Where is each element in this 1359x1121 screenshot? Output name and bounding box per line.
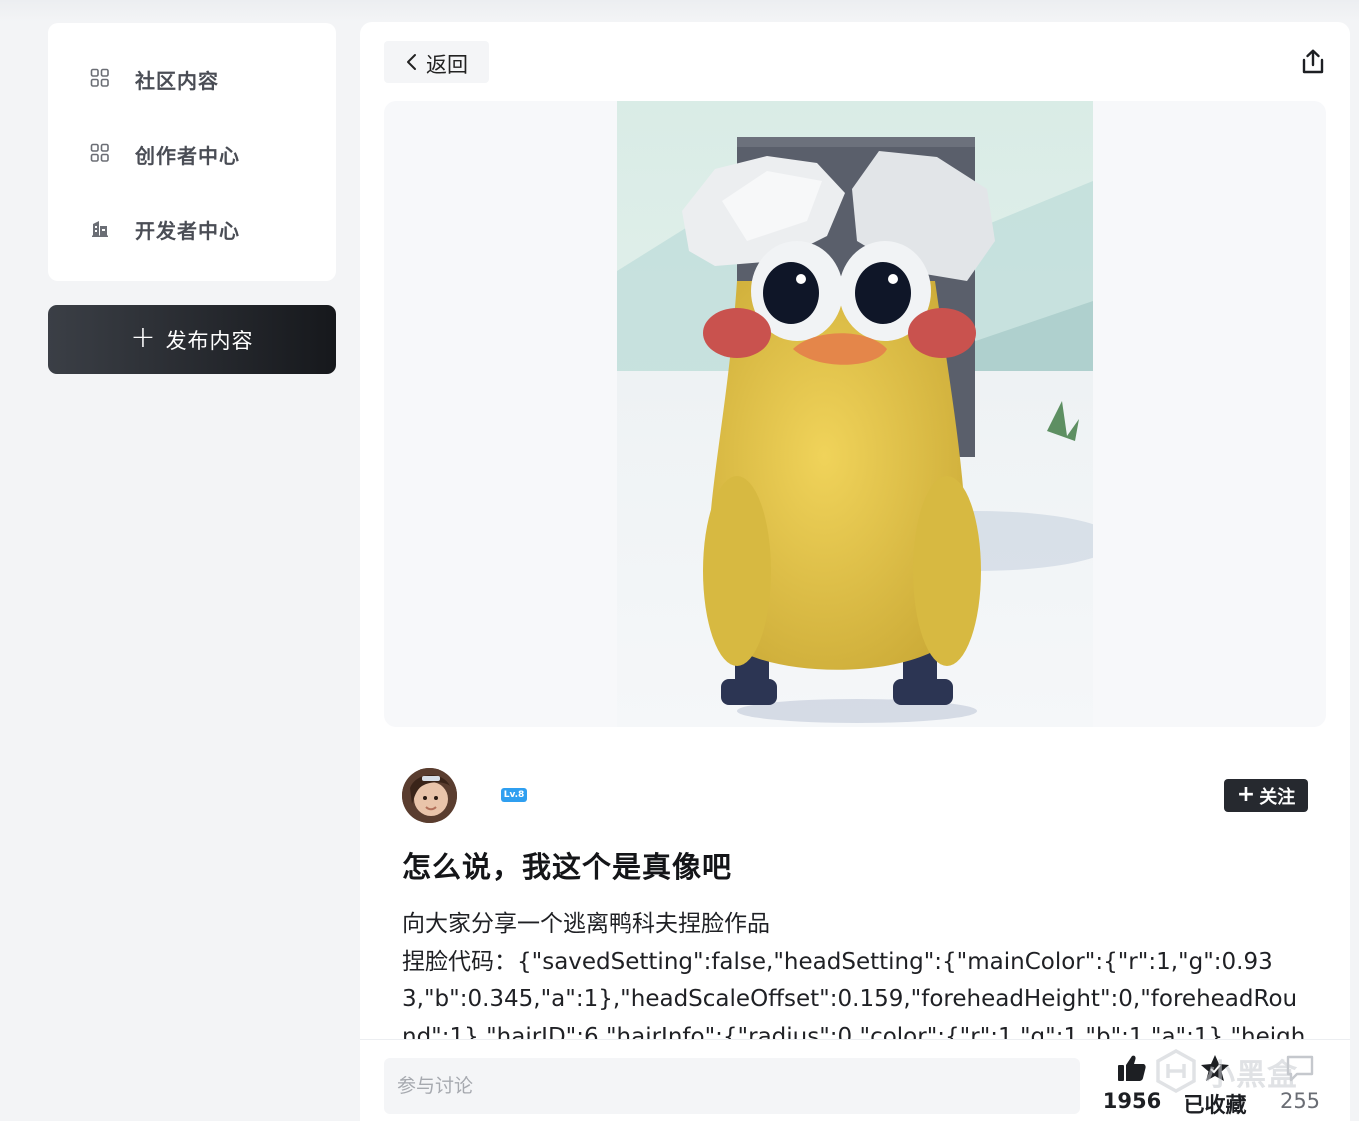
comment-input[interactable]: [384, 1058, 1080, 1114]
watermark-logo-icon: [1156, 1048, 1196, 1094]
post-image[interactable]: [617, 101, 1093, 727]
post-image-container[interactable]: [384, 101, 1326, 727]
avatar[interactable]: [402, 768, 457, 823]
back-label: 返回: [426, 53, 468, 77]
sidebar-nav: 社区内容 创作者中心 开发者中心: [48, 23, 336, 281]
avatar-image: [402, 768, 457, 823]
author-row: Lv.8 + 关注: [402, 768, 1308, 824]
developer-icon: [92, 221, 108, 237]
watermark: 小黑盒: [1153, 1048, 1323, 1094]
thumbs-up-icon: [1118, 1055, 1146, 1081]
grid-icon: [90, 143, 109, 162]
sidebar-item-developer[interactable]: 开发者中心: [48, 203, 336, 253]
plus-icon: +: [1236, 781, 1256, 807]
plus-icon: +: [130, 319, 156, 355]
sidebar-item-creator[interactable]: 创作者中心: [48, 128, 336, 178]
follow-label: 关注: [1259, 786, 1296, 808]
post-body-line: 向大家分享一个逃离鸭科夫捏脸作品: [402, 911, 770, 937]
top-fade: [0, 0, 1359, 22]
post-body: 向大家分享一个逃离鸭科夫捏脸作品 捏脸代码：{"savedSetting":fa…: [402, 906, 1308, 1040]
sidebar-item-label: 创作者中心: [135, 144, 240, 168]
post-body-code: 捏脸代码：{"savedSetting":false,"headSetting"…: [402, 948, 1306, 1041]
level-badge: Lv.8: [501, 788, 527, 802]
sidebar-item-community[interactable]: 社区内容: [48, 53, 336, 103]
watermark-text: 小黑盒: [1205, 1058, 1298, 1093]
publish-label: 发布内容: [165, 328, 254, 353]
follow-button[interactable]: + 关注: [1224, 779, 1308, 812]
sidebar-item-label: 社区内容: [135, 69, 219, 93]
post-title: 怎么说，我这个是真像吧: [402, 850, 733, 884]
chevron-left-icon: [407, 54, 416, 70]
sidebar-item-label: 开发者中心: [135, 219, 240, 243]
publish-button[interactable]: + 发布内容: [48, 305, 336, 374]
share-icon[interactable]: [1299, 48, 1327, 76]
post-detail-panel: 返回 Lv.8 + 关注 怎么说，我这个是真像吧 向大家分享一个逃离鸭科夫捏脸作…: [360, 22, 1350, 1121]
back-button[interactable]: 返回: [384, 41, 489, 83]
grid-icon: [90, 68, 109, 87]
